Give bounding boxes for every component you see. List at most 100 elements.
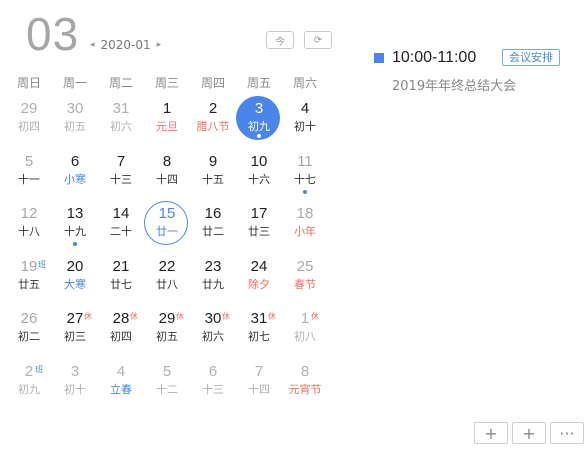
lunar-date-label: 大寒 [64,277,86,291]
calendar-day-cell[interactable]: 26 初二 [6,306,52,359]
calendar-day-cell[interactable]: 1 初八 休 [282,306,328,359]
calendar-day-cell[interactable]: 3 初九 [236,96,282,149]
day-number: 6 [70,152,80,170]
calendar-day-cell[interactable]: 9 十五 [190,149,236,202]
weekday-label: 周一 [62,76,87,90]
calendar-day-cell[interactable]: 14 二十 [98,201,144,254]
lunar-date-label: 初二 [18,330,40,343]
weekday-label: 周六 [292,76,317,90]
calendar-day-cell[interactable]: 19 廿五班 [6,254,52,307]
calendar-day-cell[interactable]: 31 初七休 [236,306,282,359]
calendar-day-cell[interactable]: 6 十三 [190,359,236,412]
calendar-day-cell[interactable]: 12 十八 [6,201,52,254]
day-number: 12 [20,205,38,222]
current-month-label[interactable]: 2020-01 [101,38,151,52]
prev-month-icon[interactable]: ◂ [90,40,95,50]
calendar-day-cell[interactable]: 15 廿一 [144,201,190,254]
calendar-day-cell[interactable]: 29 初四 [6,96,52,149]
event-indicator-dot [257,134,261,138]
day-number: 16 [204,205,222,222]
calendar-day-cell[interactable]: 8 元宵节 [282,359,328,412]
lunar-date-label: 除夕 [248,277,270,291]
calendar-day-cell[interactable]: 25 春节 [282,254,328,307]
day-number: 20 [66,257,84,275]
lunar-date-label: 廿三 [248,225,270,238]
calendar-day-cell[interactable]: 16 廿二 [190,201,236,254]
calendar-day-cell[interactable]: 5 十二 [144,359,190,412]
event-indicator-dot [73,242,77,246]
refresh-icon[interactable]: ⟳ [304,31,332,49]
calendar-day-cell[interactable]: 4 初十 [282,96,328,149]
day-number: 2 [208,100,218,117]
day-number: 6 [208,362,218,380]
event-color-marker [374,53,384,63]
calendar-day-cell[interactable]: 1 元旦 [144,96,190,149]
lunar-date-label: 十七 [294,172,316,186]
calendar-day-cell[interactable]: 22 廿八 [144,254,190,307]
lunar-date-label: 初九 [18,382,40,396]
calendar-day-cell[interactable]: 31 初六 [98,96,144,149]
weekday-label: 周日 [16,76,41,90]
lunar-date-label: 十九 [64,225,86,238]
lunar-date-label: 初五 [156,330,178,343]
calendar-day-cell[interactable]: 21 廿七 [98,254,144,307]
day-number: 29 [20,100,38,117]
day-number: 7 [116,152,126,170]
day-number: 15 [158,205,176,222]
calendar-day-cell[interactable]: 28 初四休 [98,306,144,359]
day-number: 10 [250,152,268,170]
calendar-day-cell[interactable]: 3 初十 [52,359,98,412]
today-button[interactable]: 今 [266,31,294,49]
calendar-day-cell[interactable]: 13 十九 [52,201,98,254]
lunar-date-label: 初九 [248,120,270,133]
calendar-day-cell[interactable]: 24 除夕 [236,254,282,307]
lunar-date-label: 十一 [18,172,40,186]
day-number: 11 [297,152,313,170]
calendar-day-cell[interactable]: 30 初六休 [190,306,236,359]
day-number: 21 [112,257,130,275]
workday-badge: 班 [38,259,46,269]
holiday-rest-badge: 休 [176,312,184,321]
calendar-day-cell[interactable]: 2 初九 班 [6,359,52,412]
day-number: 5 [24,152,34,170]
calendar-day-cell[interactable]: 27 初三休 [52,306,98,359]
lunar-date-label: 廿一 [156,225,178,238]
lunar-date-label: 立春 [110,382,132,396]
weekday-label: 周四 [200,76,225,90]
calendar-day-cell[interactable]: 11 十七 [282,149,328,202]
lunar-date-label: 廿九 [202,277,224,291]
lunar-date-label: 十八 [18,225,40,238]
lunar-date-label: 初六 [202,330,224,343]
lunar-date-label: 二十 [110,225,132,238]
holiday-rest-badge: 休 [268,312,276,321]
calendar-day-cell[interactable]: 4 立春 [98,359,144,412]
next-month-icon[interactable]: ▸ [157,40,162,50]
calendar-day-cell[interactable]: 8 十四 [144,149,190,202]
lunar-date-label: 小年 [294,225,316,238]
lunar-date-label: 廿七 [110,277,132,291]
lunar-date-label: 十四 [156,172,178,186]
more-options-button[interactable]: ··· [550,422,584,444]
calendar-day-cell[interactable]: 10 十六 [236,149,282,202]
calendar-day-cell[interactable]: 23 廿九 [190,254,236,307]
calendar-day-cell[interactable]: 6 小寒 [52,149,98,202]
day-number: 31 [112,100,130,117]
calendar-day-cell[interactable]: 20 大寒 [52,254,98,307]
calendar-day-cell[interactable]: 17 廿三 [236,201,282,254]
calendar-day-cell[interactable]: 5 十一 [6,149,52,202]
calendar-day-cell[interactable]: 30 初五 [52,96,98,149]
lunar-date-label: 廿五 [18,277,40,291]
lunar-date-label: 十三 [110,172,132,186]
day-number: 7 [254,362,264,380]
calendar-day-cell[interactable]: 29 初五休 [144,306,190,359]
calendar-day-cell[interactable]: 2 腊八节 [190,96,236,149]
lunar-date-label: 初十 [64,382,86,396]
holiday-rest-badge: 休 [311,312,319,321]
calendar-day-cell[interactable]: 7 十四 [236,359,282,412]
workday-badge: 班 [35,364,43,374]
lunar-date-label: 初六 [110,120,132,133]
calendar-day-cell[interactable]: 18 小年 [282,201,328,254]
add-event-button[interactable]: + [474,422,508,444]
add-schedule-button[interactable]: + [512,422,546,444]
calendar-day-cell[interactable]: 7 十三 [98,149,144,202]
